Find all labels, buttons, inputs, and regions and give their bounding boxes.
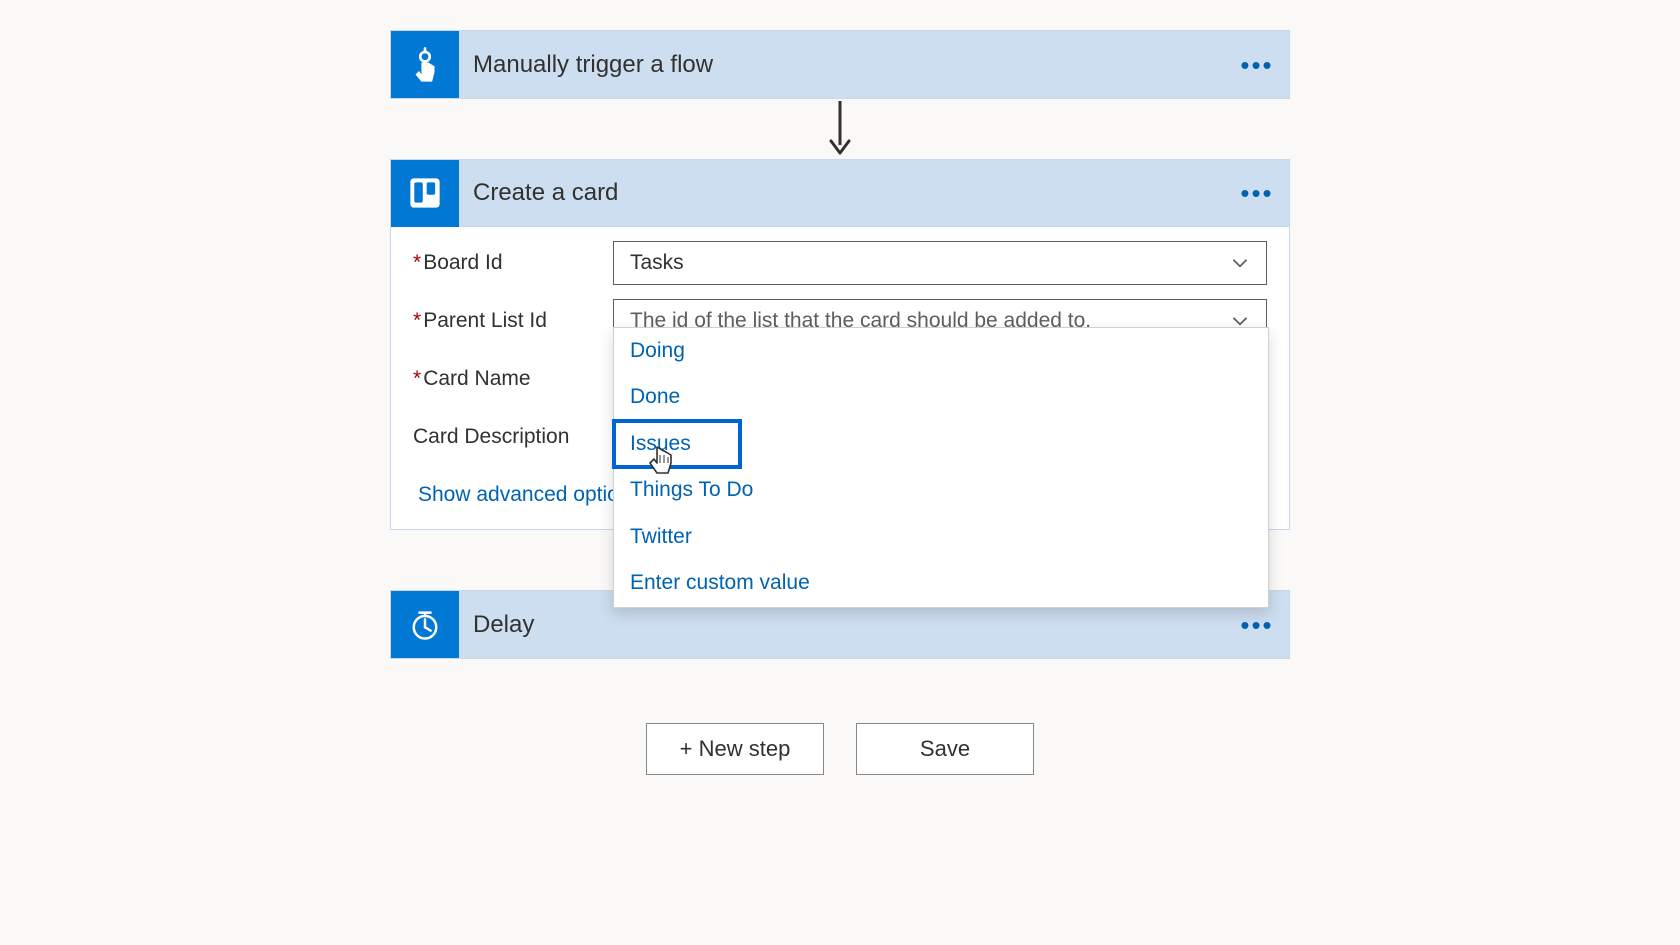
save-button[interactable]: Save bbox=[856, 723, 1034, 775]
connector-arrow bbox=[825, 99, 855, 159]
board-id-value: Tasks bbox=[630, 251, 1224, 275]
chevron-down-icon bbox=[1224, 247, 1256, 279]
create-card-header[interactable]: Create a card ••• bbox=[391, 160, 1289, 227]
dropdown-option-custom[interactable]: Enter custom value bbox=[614, 560, 1268, 606]
dropdown-option-done[interactable]: Done bbox=[614, 374, 1268, 420]
dropdown-option-issues[interactable]: Issues bbox=[612, 419, 742, 469]
dropdown-option-twitter[interactable]: Twitter bbox=[614, 514, 1268, 560]
parent-list-dropdown: Doing Done Issues Things To Do Twitter E… bbox=[613, 327, 1269, 608]
new-step-button[interactable]: + New step bbox=[646, 723, 824, 775]
footer-buttons: + New step Save bbox=[646, 723, 1034, 775]
board-id-row: *Board Id Tasks bbox=[413, 241, 1267, 285]
trigger-title: Manually trigger a flow bbox=[459, 51, 1225, 79]
flow-designer-canvas: Manually trigger a flow ••• Create a car… bbox=[0, 0, 1680, 775]
delay-title: Delay bbox=[459, 611, 1225, 639]
create-card-body: *Board Id Tasks *Parent List Id The id o… bbox=[391, 227, 1289, 529]
dropdown-option-doing[interactable]: Doing bbox=[614, 328, 1268, 374]
card-description-label: Card Description bbox=[413, 425, 613, 449]
create-card-more-button[interactable]: ••• bbox=[1225, 160, 1289, 226]
card-name-label: *Card Name bbox=[413, 367, 613, 391]
create-card-action: Create a card ••• *Board Id Tasks *Paren… bbox=[390, 159, 1290, 530]
trello-icon bbox=[391, 160, 459, 227]
create-card-title: Create a card bbox=[459, 179, 1225, 207]
delay-icon bbox=[391, 591, 459, 658]
board-id-label: *Board Id bbox=[413, 251, 613, 275]
trigger-more-button[interactable]: ••• bbox=[1225, 31, 1289, 98]
trigger-card[interactable]: Manually trigger a flow ••• bbox=[390, 30, 1290, 99]
manual-trigger-icon bbox=[391, 31, 459, 98]
dropdown-option-things-to-do[interactable]: Things To Do bbox=[614, 467, 1268, 513]
board-id-select[interactable]: Tasks bbox=[613, 241, 1267, 285]
trigger-header[interactable]: Manually trigger a flow ••• bbox=[391, 31, 1289, 98]
parent-list-id-label: *Parent List Id bbox=[413, 309, 613, 333]
